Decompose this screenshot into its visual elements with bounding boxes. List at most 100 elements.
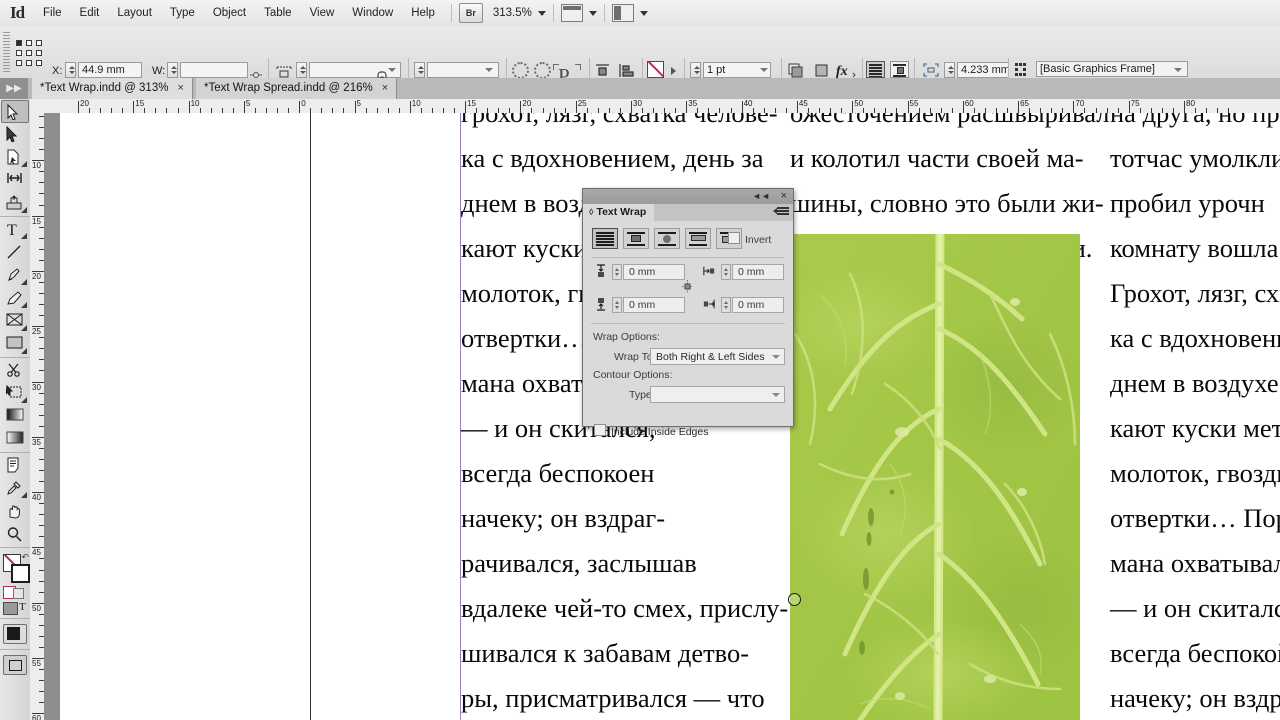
top-offset-stepper[interactable] [612,264,622,280]
invert-checkbox[interactable] [728,232,740,244]
horizontal-ruler[interactable]: 20 15 10 5 0 5 10 15 20 25 30 35 40 45 50 55 60 65 70 75 80 [44,99,1280,114]
menu-object[interactable]: Object [204,4,255,22]
type-tool-icon[interactable]: T [1,218,29,241]
gradient-swatch-tool-icon[interactable] [1,405,29,428]
stroke-weight-dropdown-icon[interactable] [760,68,768,72]
rotation-dropdown-icon[interactable] [485,68,493,72]
include-inside-edges-checkbox[interactable] [594,424,606,436]
text-wrap-panel[interactable]: ◄◄ × ◊ Text Wrap Invert 0 mm 0 mm 0 mm 0… [582,188,794,438]
rectangle-tool-icon[interactable] [1,333,29,356]
zoom-level-value[interactable]: 313.5% [493,7,532,19]
stroke-swatch-dropdown-icon[interactable] [671,67,676,75]
text-wrap-bounding-button[interactable] [890,61,909,78]
content-collector-tool-icon[interactable] [1,192,29,215]
left-offset-field[interactable]: 0 mm [732,264,784,280]
contour-type-select[interactable] [650,386,785,403]
left-offset-stepper[interactable] [721,264,731,280]
right-offset-stepper[interactable] [721,297,731,313]
screen-mode-normal-icon[interactable] [3,624,27,644]
gradient-feather-tool-icon[interactable] [1,428,29,451]
make-all-settings-same-icon[interactable] [681,279,694,294]
reference-point-proxy[interactable] [16,40,42,66]
object-style-dropdown-icon[interactable] [1174,68,1182,72]
x-field[interactable]: 44.9 mm [78,62,142,78]
menu-file[interactable]: File [34,4,71,22]
wrap-to-dropdown-icon[interactable] [772,355,780,359]
panel-menu-icon[interactable] [773,207,789,217]
pencil-tool-icon[interactable] [1,287,29,310]
menu-window[interactable]: Window [343,4,402,22]
document-tab-text-wrap-spread[interactable]: *Text Wrap Spread.indd @ 216% × [196,78,398,99]
screen-mode-icon[interactable] [560,4,583,22]
bridge-button[interactable]: Br [458,3,483,23]
right-offset-field[interactable]: 0 mm [732,297,784,313]
zoom-dropdown-icon[interactable] [537,10,546,16]
no-text-wrap-icon[interactable] [592,228,618,249]
menu-type[interactable]: Type [161,4,204,22]
wrap-around-bounding-box-icon[interactable] [623,228,649,249]
frame-tool-icon[interactable] [1,310,29,333]
scissors-tool-icon[interactable] [1,359,29,382]
formatting-affects-text-icon[interactable] [13,588,24,599]
collapse-panel-icon[interactable]: ◄◄ [752,191,770,201]
object-style-icon[interactable] [1012,60,1034,80]
stroke-weight-stepper[interactable] [690,62,701,78]
apply-color-icon[interactable] [3,602,18,615]
document-tab-text-wrap[interactable]: *Text Wrap.indd @ 313% × [32,78,193,99]
stroke-color-swatch[interactable] [647,61,664,78]
x-stepper[interactable] [65,62,76,78]
rotate-clockwise-icon[interactable] [512,62,529,79]
hand-tool-icon[interactable] [1,500,29,523]
w-stepper[interactable] [167,62,178,78]
menu-table[interactable]: Table [255,4,301,22]
contour-type-dropdown-icon[interactable] [772,393,780,397]
corner-radius-stepper[interactable] [944,62,955,78]
fill-stroke-swatches[interactable]: ↶ [0,552,30,586]
rotation-stepper[interactable] [414,62,425,78]
corner-radius-field[interactable]: 4.233 mm [957,62,1009,78]
selection-tool-icon[interactable] [1,100,29,123]
note-tool-icon[interactable] [1,454,29,477]
view-options-icon[interactable] [3,655,27,675]
swap-fill-stroke-icon[interactable]: ↶ [21,552,29,563]
text-wrap-panel-titlebar[interactable]: ◄◄ × [583,189,793,204]
jump-object-icon[interactable] [685,228,711,249]
free-transform-tool-icon[interactable] [1,382,29,405]
w-field[interactable] [180,62,248,78]
vertical-ruler[interactable]: 5 10 15 20 25 30 35 40 45 50 55 60 [30,113,45,720]
apply-gradient-text-icon[interactable]: T [19,601,26,613]
close-panel-icon[interactable]: × [781,190,787,202]
wrap-to-select[interactable]: Both Right & Left Sides [650,348,785,365]
text-wrap-panel-tab[interactable]: ◊ Text Wrap [583,204,655,221]
tab-close-icon[interactable]: × [177,82,183,94]
corner-options-icon[interactable] [920,60,942,80]
menu-help[interactable]: Help [402,4,444,22]
ruler-origin[interactable] [30,99,45,114]
control-panel-grip[interactable] [3,32,10,72]
direct-selection-tool-icon[interactable] [1,123,29,146]
tab-close-icon[interactable]: × [382,82,388,94]
leaf-image-frame[interactable] [790,234,1080,720]
menu-view[interactable]: View [301,4,344,22]
stroke-swatch[interactable] [11,564,30,583]
menu-edit[interactable]: Edit [71,4,109,22]
bottom-offset-stepper[interactable] [612,297,622,313]
screen-mode-dropdown-icon[interactable] [588,10,597,16]
right-text-column[interactable]: на друга, но пр тотчас умолкли пробил уроч… [1110,113,1280,720]
text-wrap-none-button[interactable] [866,61,885,78]
line-tool-icon[interactable] [1,241,29,264]
wrap-around-object-shape-icon[interactable] [654,228,680,249]
pen-tool-icon[interactable] [1,264,29,287]
scale-x-stepper[interactable] [296,62,307,78]
zoom-tool-icon[interactable] [1,523,29,546]
fx-button[interactable]: fx [834,60,858,80]
rotate-counterclockwise-icon[interactable] [534,62,551,79]
panel-toggle-icon[interactable]: ▶▶ [0,78,28,99]
menu-layout[interactable]: Layout [108,4,161,22]
eyedropper-tool-icon[interactable] [1,477,29,500]
arrange-documents-icon[interactable] [611,4,634,22]
object-style-field[interactable]: [Basic Graphics Frame] [1036,61,1188,77]
page-tool-icon[interactable] [1,146,29,169]
bottom-offset-field[interactable]: 0 mm [623,297,685,313]
top-offset-field[interactable]: 0 mm [623,264,685,280]
